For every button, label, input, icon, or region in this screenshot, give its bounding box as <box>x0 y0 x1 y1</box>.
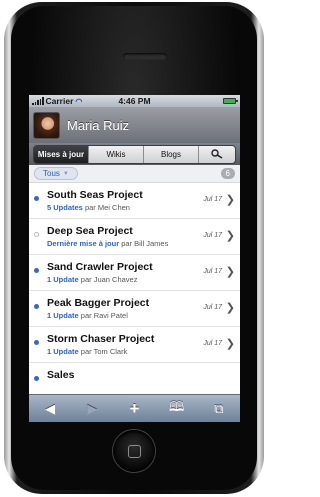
back-button[interactable]: ◀ <box>37 401 63 417</box>
item-date: Jul 17 <box>203 340 222 347</box>
update-list: South Seas Project 5 Updates par Mei Che… <box>29 183 240 399</box>
battery-icon <box>223 98 238 104</box>
item-author: par Tom Clark <box>80 347 128 356</box>
bookmarks-button[interactable]: 🕮 <box>164 398 190 420</box>
item-title: Sales <box>47 369 75 381</box>
tab-blogs[interactable]: Blogs <box>144 145 199 163</box>
item-subtitle: Dernière mise à jour par Bill James <box>47 239 168 248</box>
item-date: Jul 17 <box>203 196 222 203</box>
chevron-right-icon: ❯ <box>225 230 235 242</box>
chevron-right-icon: ❯ <box>225 338 235 350</box>
unread-dot-icon <box>34 268 39 273</box>
home-button[interactable] <box>113 430 155 472</box>
item-subtitle: 1 Update par Juan Chavez <box>47 275 137 284</box>
item-subtitle: 5 Updates par Mei Chen <box>47 203 130 212</box>
segmented-control: Mises à jour Wikis Blogs <box>33 144 236 164</box>
item-updates: 1 Update <box>47 275 79 284</box>
forward-button[interactable]: ▶ <box>79 401 105 417</box>
item-updates: 1 Update <box>47 347 79 356</box>
pages-button[interactable]: ⧉ <box>206 401 232 417</box>
add-button[interactable]: + <box>121 399 147 419</box>
profile-header: Maria Ruiz <box>29 107 240 143</box>
item-date: Jul 17 <box>203 304 222 311</box>
count-badge: 6 <box>220 168 235 179</box>
item-subtitle: 1 Update par Tom Clark <box>47 347 127 356</box>
unread-dot-icon <box>34 376 39 381</box>
unread-dot-icon <box>34 196 39 201</box>
search-icon <box>211 149 223 159</box>
list-item[interactable]: Peak Bagger Project 1 Update par Ravi Pa… <box>29 291 240 327</box>
item-subtitle: 1 Update par Ravi Patel <box>47 311 128 320</box>
list-item[interactable]: Sand Crawler Project 1 Update par Juan C… <box>29 255 240 291</box>
tab-bar: Mises à jour Wikis Blogs <box>29 143 240 165</box>
chevron-down-icon: ▼ <box>62 170 69 177</box>
item-title: Peak Bagger Project <box>47 297 150 309</box>
tab-wikis[interactable]: Wikis <box>89 145 144 163</box>
item-updates: 1 Update <box>47 311 79 320</box>
item-title: Sand Crawler Project <box>47 261 153 273</box>
item-author: par Mei Chen <box>84 203 130 212</box>
unread-dot-icon <box>34 304 39 309</box>
home-square-icon <box>128 445 141 458</box>
item-updates: 5 Updates <box>47 203 83 212</box>
item-date: Jul 17 <box>203 232 222 239</box>
unread-dot-icon <box>34 340 39 345</box>
browser-toolbar: ◀ ▶ + 🕮 ⧉ <box>29 394 240 422</box>
tab-updates[interactable]: Mises à jour <box>34 145 89 163</box>
item-author: par Juan Chavez <box>80 275 138 284</box>
list-item[interactable]: Deep Sea Project Dernière mise à jour pa… <box>29 219 240 255</box>
filter-dropdown[interactable]: Tous ▼ <box>34 167 78 180</box>
item-updates: Dernière mise à jour <box>47 239 120 248</box>
avatar[interactable] <box>33 111 60 139</box>
item-title: Storm Chaser Project <box>47 333 155 345</box>
earpiece-speaker <box>123 53 167 60</box>
item-title: Deep Sea Project <box>47 225 133 237</box>
item-author: par Ravi Patel <box>80 311 128 320</box>
chevron-right-icon: ❯ <box>225 266 235 278</box>
status-time: 4:46 PM <box>118 96 151 106</box>
search-button[interactable] <box>199 145 235 163</box>
screen: Carrier ◠ 4:46 PM Maria Ruiz Mises à jou… <box>29 95 240 422</box>
chevron-right-icon: ❯ <box>225 302 235 314</box>
list-item[interactable]: South Seas Project 5 Updates par Mei Che… <box>29 183 240 219</box>
read-dot-icon <box>34 232 39 237</box>
profile-name: Maria Ruiz <box>67 117 130 133</box>
chevron-right-icon: ❯ <box>225 194 235 206</box>
status-bar: Carrier ◠ 4:46 PM <box>29 95 240 107</box>
filter-bar: Tous ▼ 6 <box>29 165 240 183</box>
list-item[interactable]: Storm Chaser Project 1 Update par Tom Cl… <box>29 327 240 363</box>
item-date: Jul 17 <box>203 268 222 275</box>
filter-label: Tous <box>43 169 60 178</box>
item-title: South Seas Project <box>47 189 143 201</box>
item-author: par Bill James <box>121 239 169 248</box>
